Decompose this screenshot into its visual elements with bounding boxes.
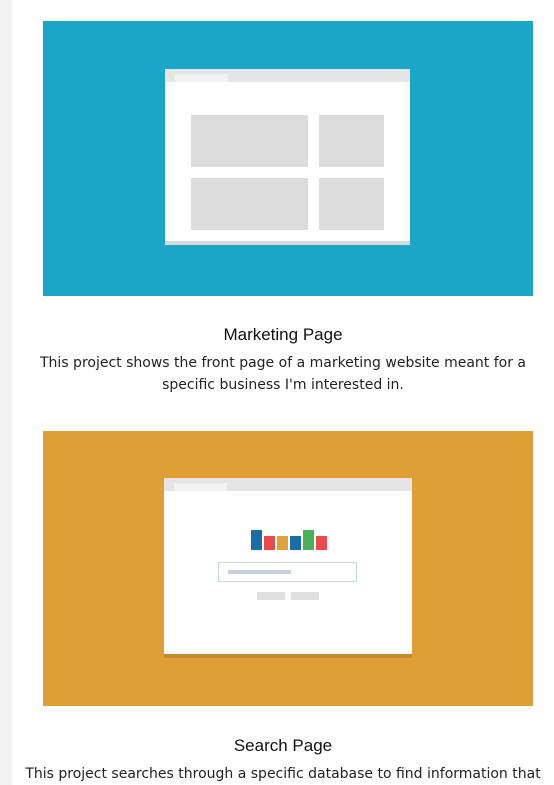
logo-bar: [277, 536, 288, 550]
browser-window-icon: [164, 478, 412, 658]
logo-bar: [264, 536, 275, 550]
left-gutter: [0, 0, 12, 785]
search-page-thumbnail-icon[interactable]: [43, 431, 533, 706]
search-button[interactable]: [257, 592, 285, 600]
search-placeholder-line: [228, 570, 291, 574]
logo-bar: [303, 530, 314, 550]
project-title[interactable]: Search Page: [12, 736, 554, 756]
search-logo-icon: [251, 530, 331, 550]
logo-bar: [290, 536, 301, 550]
search-input[interactable]: [218, 562, 357, 582]
project-description: This project searches through a specific…: [25, 766, 541, 782]
lucky-button[interactable]: [291, 592, 319, 600]
project-card-search: Search Page This project searches throug…: [12, 0, 554, 785]
logo-bar: [251, 530, 262, 550]
browser-shadow: [164, 654, 412, 658]
browser-tab: [174, 483, 227, 491]
logo-bar: [316, 536, 327, 550]
